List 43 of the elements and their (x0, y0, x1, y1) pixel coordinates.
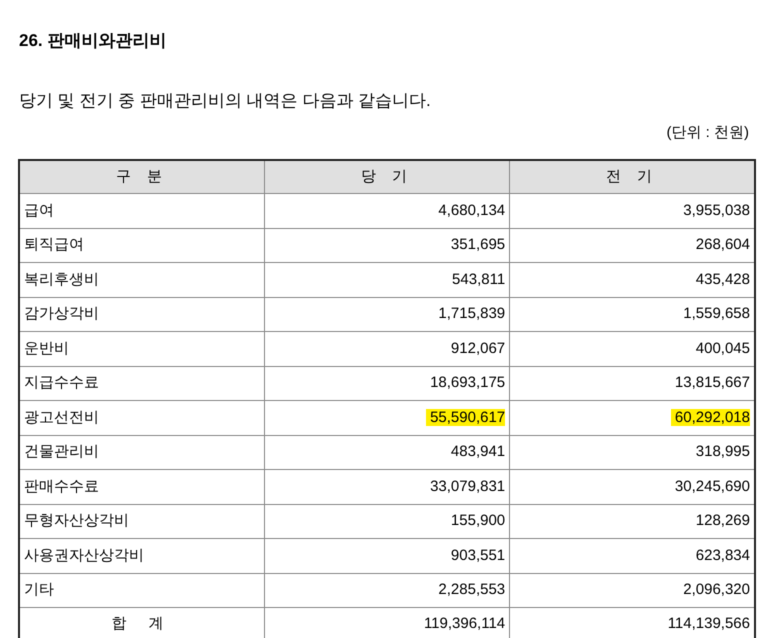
amount-text: 33,079,831 (430, 478, 506, 494)
amount-text: 351,695 (450, 236, 506, 253)
amount-text: 60,292,018 (670, 408, 750, 426)
amount-text: 483,941 (450, 443, 506, 460)
amount-text: 268,604 (696, 236, 750, 253)
amount-text: 155,900 (450, 512, 506, 529)
amount-text: 30,245,690 (674, 478, 750, 494)
column-header: 구 분 (19, 160, 264, 194)
amount-text: 2,285,553 (438, 581, 506, 598)
row-label: 판매수수료 (19, 470, 264, 504)
amount-text: 119,396,114 (424, 615, 506, 632)
amount-text: 903,551 (450, 546, 506, 564)
row-label: 복리후생비 (19, 262, 264, 297)
amount-text: 543,811 (452, 270, 506, 288)
row-label: 사용권자산상각비 (19, 538, 264, 573)
amount-text: 623,834 (696, 546, 750, 564)
row-label: 감가상각비 (19, 297, 264, 332)
amount-text: 400,045 (696, 340, 750, 356)
intro-text: 당기 및 전기 중 판매관리비의 내역은 다음과 같습니다. (19, 90, 431, 112)
row-label: 무형자산상각비 (19, 504, 264, 538)
row-label: 급여 (19, 194, 264, 228)
row-label: 퇴직급여 (19, 228, 264, 262)
amount-text: 13,815,667 (674, 374, 750, 391)
unit-note: (단위 : 천원) (666, 123, 749, 143)
amount-text: 18,693,175 (430, 374, 506, 391)
section-title: 26. 판매비와관리비 (19, 30, 166, 52)
row-label: 운반비 (19, 332, 264, 366)
amount-text: 1,559,658 (683, 305, 750, 322)
amount-text: 3,955,038 (683, 202, 750, 218)
amount-text: 128,269 (696, 512, 750, 529)
amount-text: 2,096,320 (683, 581, 750, 598)
row-label: 기타 (19, 573, 264, 608)
row-label: 지급수수료 (19, 366, 264, 400)
amount-text: 912,067 (450, 340, 506, 356)
amount-text: 4,680,134 (438, 202, 506, 218)
amount-text: 1,715,839 (438, 305, 506, 322)
row-label: 광고선전비 (19, 400, 264, 435)
amount-text: 55,590,617 (426, 408, 506, 426)
row-label: 건물관리비 (19, 435, 264, 470)
amount-text: 435,428 (696, 270, 750, 288)
amount-text: 318,995 (696, 443, 750, 460)
column-header: 당 기 (264, 160, 510, 194)
amount-text: 114,139,566 (668, 615, 750, 632)
